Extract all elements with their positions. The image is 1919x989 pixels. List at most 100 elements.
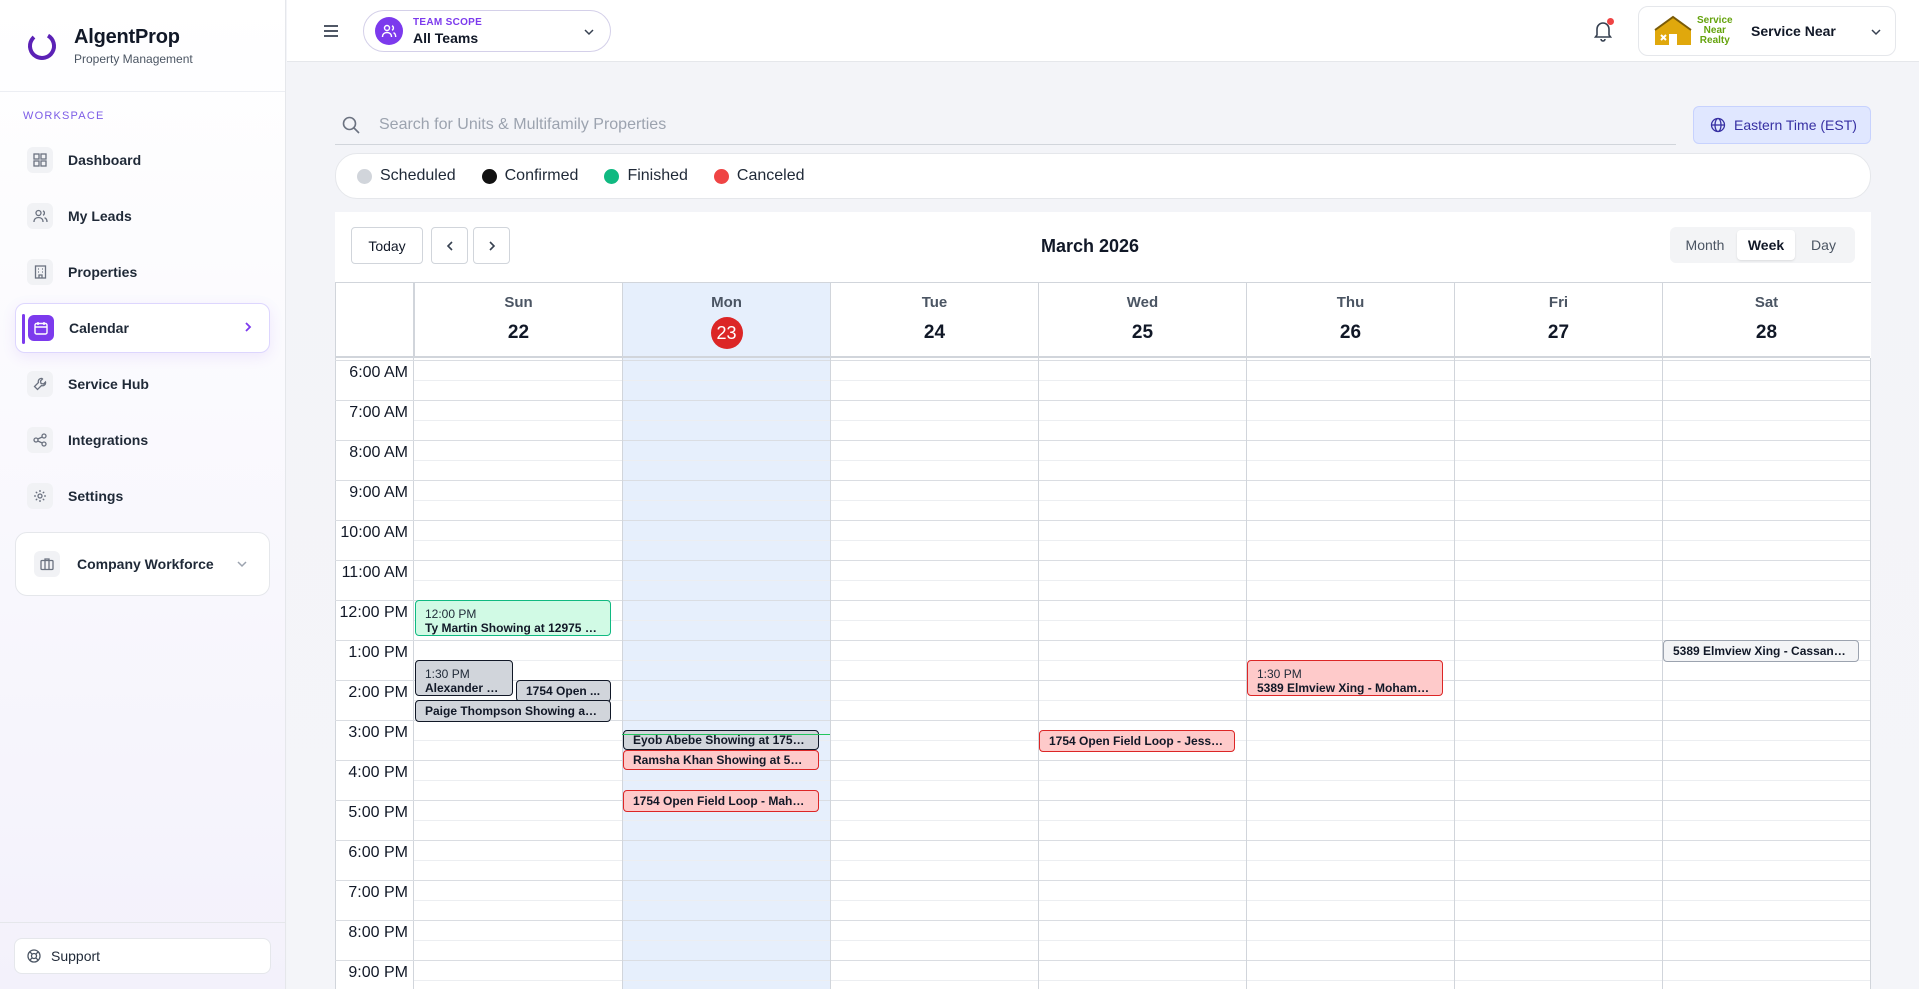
sidebar-item-label: My Leads (68, 208, 132, 224)
chevron-down-icon (235, 557, 249, 574)
week-grid: 6:00 AM 7:00 AM 8:00 AM 9:00 AM 10:00 AM 11:0… (335, 282, 1871, 989)
calendar-event-finished[interactable]: 12:00 PM Ty Martin Showing at 12975 W... (415, 600, 611, 636)
hour-line (335, 520, 1871, 521)
house-icon (1654, 15, 1692, 45)
day-header-fri[interactable]: Fri 27 (1454, 283, 1662, 358)
day-header-mon[interactable]: Mon 23 (622, 283, 830, 358)
team-scope-dropdown[interactable]: TEAM SCOPE All Teams (363, 10, 611, 52)
time-label: 6:00 PM (348, 844, 408, 861)
support-label: Support (51, 948, 101, 964)
chevron-down-icon (582, 25, 596, 44)
event-title: Alexander W... (425, 681, 503, 695)
calendar-event-canceled[interactable]: Ramsha Khan Showing at 5530... (623, 750, 819, 770)
next-week-button[interactable] (473, 227, 510, 264)
team-scope-value: All Teams (413, 29, 479, 46)
day-header-thu[interactable]: Thu 26 (1246, 283, 1454, 358)
calendar-icon (28, 315, 54, 341)
chevron-right-icon (488, 240, 495, 251)
sidebar-item-settings[interactable]: Settings (15, 471, 270, 521)
status-legend: Scheduled Confirmed Finished Canceled (335, 153, 1871, 199)
workspace-section-label: WORKSPACE (23, 110, 105, 122)
team-icon (375, 17, 403, 45)
legend-label: Confirmed (504, 167, 579, 184)
view-month-button[interactable]: Month (1673, 230, 1737, 260)
day-number: 26 (1339, 322, 1362, 343)
calendar-event-confirmed[interactable]: Eyob Abebe Showing at 1754 ... (623, 730, 819, 750)
company-name: Service Near (1751, 23, 1836, 39)
chevron-left-icon (446, 240, 453, 251)
briefcase-icon (34, 551, 60, 577)
event-title: 1754 Open ... (526, 683, 601, 698)
calendar-toolbar: Today March 2026 Month Week Day (335, 212, 1871, 282)
event-title: 5389 Elmview Xing - Cassandr... (1673, 643, 1849, 658)
sidebar-item-my-leads[interactable]: My Leads (15, 191, 270, 241)
view-week-button[interactable]: Week (1737, 230, 1795, 260)
menu-icon[interactable] (321, 21, 341, 41)
calendar-event-canceled[interactable]: 1754 Open Field Loop - Jessic... (1039, 730, 1235, 752)
hour-line (335, 760, 1871, 761)
timezone-button[interactable]: Eastern Time (EST) (1693, 106, 1871, 144)
top-header: TEAM SCOPE All Teams Service Near Realty… (287, 0, 1919, 62)
day-name: Mon (711, 294, 742, 311)
search-bar (335, 105, 1676, 145)
calendar-event-canceled[interactable]: 1:30 PM 5389 Elmview Xing - Mohamad... (1247, 660, 1443, 696)
sidebar-item-label: Service Hub (68, 376, 149, 392)
gear-icon (27, 483, 53, 509)
chevron-right-icon (243, 320, 253, 337)
view-day-button[interactable]: Day (1795, 230, 1852, 260)
calendar-event-scheduled[interactable]: 5389 Elmview Xing - Cassandr... (1663, 640, 1859, 662)
sidebar-item-label: Settings (68, 488, 124, 504)
day-name: Tue (921, 294, 948, 311)
calendar-event-canceled[interactable]: 1754 Open Field Loop - Mahes... (623, 790, 819, 812)
hour-line (335, 560, 1871, 561)
day-header-wed[interactable]: Wed 25 (1038, 283, 1246, 358)
calendar-event-confirmed[interactable]: 1754 Open ... (516, 680, 611, 702)
day-number: 28 (1755, 322, 1778, 343)
notification-dot (1607, 18, 1614, 25)
column-divider (1870, 358, 1871, 989)
search-icon (342, 116, 360, 134)
event-time: 1:30 PM (1257, 667, 1302, 681)
sidebar-divider (0, 922, 286, 923)
legend-dot (357, 168, 372, 184)
day-number: 23 (710, 317, 743, 349)
calendar-event-confirmed[interactable]: 1:30 PM Alexander W... (415, 660, 513, 696)
time-label: 2:00 PM (348, 684, 408, 701)
event-title: Ty Martin Showing at 12975 W... (425, 621, 601, 635)
previous-week-button[interactable] (431, 227, 468, 264)
brand-subtitle: Property Management (74, 51, 193, 66)
day-header-tue[interactable]: Tue 24 (830, 283, 1038, 358)
day-header-sun[interactable]: Sun 22 (414, 283, 622, 358)
hour-line (335, 840, 1871, 841)
team-scope-label: TEAM SCOPE (413, 16, 483, 28)
day-name: Fri (1548, 294, 1569, 311)
time-gutter-header (335, 283, 414, 358)
sidebar-item-integrations[interactable]: Integrations (15, 415, 270, 465)
day-header-sat[interactable]: Sat 28 (1662, 283, 1870, 358)
today-column (622, 283, 830, 989)
sidebar-item-properties[interactable]: Properties (15, 247, 270, 297)
share-icon (27, 427, 53, 453)
notification-bell-icon[interactable] (1590, 18, 1616, 44)
wrench-icon (27, 371, 53, 397)
half-hour-line (414, 980, 1871, 981)
company-profile-dropdown[interactable]: Service Near Realty Service Near (1638, 6, 1896, 56)
company-logo: Service Near Realty (1653, 12, 1739, 50)
sidebar-item-service-hub[interactable]: Service Hub (15, 359, 270, 409)
sidebar-item-dashboard[interactable]: Dashboard (15, 135, 270, 185)
time-label: 1:00 PM (348, 644, 408, 661)
sidebar: AlgentProp Property Management WORKSPACE… (0, 0, 286, 989)
sidebar-item-calendar[interactable]: Calendar (15, 303, 270, 353)
day-name: Sun (504, 294, 533, 311)
company-workforce-dropdown[interactable]: Company Workforce (15, 532, 270, 596)
hour-line (335, 800, 1871, 801)
search-input[interactable] (379, 115, 1579, 134)
column-divider (1454, 358, 1455, 989)
hour-line (335, 880, 1871, 881)
legend-label: Canceled (736, 167, 805, 184)
today-button[interactable]: Today (351, 227, 423, 264)
event-title: 5389 Elmview Xing - Mohamad... (1257, 681, 1433, 695)
support-button[interactable]: Support (14, 938, 271, 974)
calendar-event-confirmed[interactable]: Paige Thompson Showing at 1... (415, 700, 611, 722)
legend-dot (604, 168, 620, 184)
